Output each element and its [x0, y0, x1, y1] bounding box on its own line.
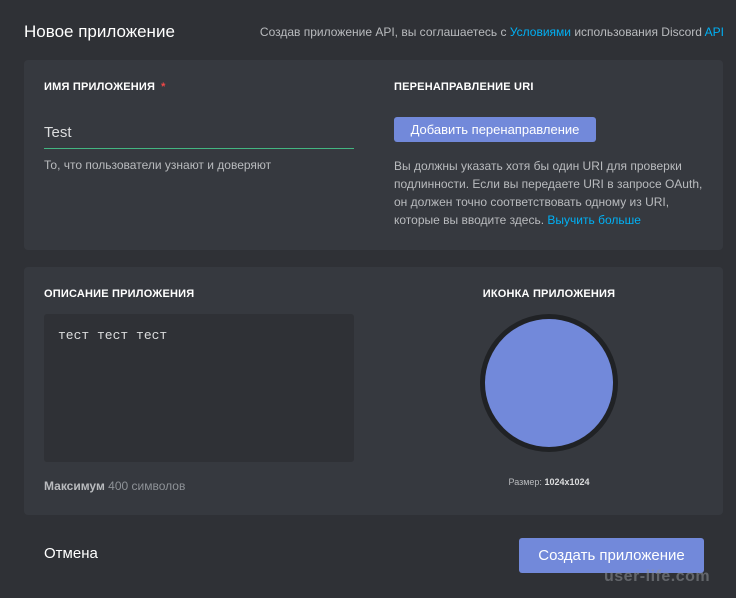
app-name-input[interactable]	[44, 116, 354, 149]
app-icon-label: Иконка приложения	[482, 288, 616, 300]
terms-middle: использования Discord	[570, 25, 705, 39]
app-name-label: Имя приложения *	[44, 81, 166, 93]
required-mark: *	[161, 81, 166, 93]
cancel-button[interactable]: Отмена	[44, 545, 98, 562]
api-link[interactable]: API	[705, 25, 724, 39]
icon-size-info: Размер: 1024x1024	[470, 477, 628, 487]
redirect-uri-label: Перенаправление URI	[394, 81, 534, 93]
page-header: Новое приложение Создав приложение API, …	[24, 20, 724, 44]
description-textarea[interactable]: тест тест тест	[44, 314, 354, 462]
description-icon-card: Описание приложения тест тест тест Макси…	[24, 267, 723, 515]
general-info-card: Имя приложения * То, что пользователи узн…	[24, 60, 723, 250]
app-name-label-text: Имя приложения	[44, 81, 156, 93]
watermark: user-life.com	[604, 568, 711, 585]
app-icon-placeholder	[485, 319, 613, 447]
char-limit-value: 400 символов	[108, 479, 186, 493]
description-label: Описание приложения	[44, 288, 195, 300]
page-title: Новое приложение	[24, 22, 175, 41]
add-redirect-button[interactable]: Добавить перенаправление	[394, 117, 596, 142]
icon-size-prefix: Размер:	[508, 477, 545, 487]
terms-link[interactable]: Условиями	[510, 25, 571, 39]
app-name-hint: То, что пользователи узнают и доверяют	[44, 158, 272, 172]
app-icon-upload[interactable]	[480, 314, 618, 452]
icon-size-value: 1024x1024	[544, 477, 590, 487]
redirect-info: Вы должны указать хотя бы один URI для п…	[394, 157, 704, 229]
terms-notice: Создав приложение API, вы соглашаетесь с…	[260, 25, 724, 39]
char-limit-prefix: Максимум	[44, 479, 109, 493]
char-limit: Максимум 400 символов	[44, 479, 185, 493]
learn-more-link[interactable]: Выучить больше	[547, 213, 641, 227]
terms-prefix: Создав приложение API, вы соглашаетесь с	[259, 25, 510, 39]
